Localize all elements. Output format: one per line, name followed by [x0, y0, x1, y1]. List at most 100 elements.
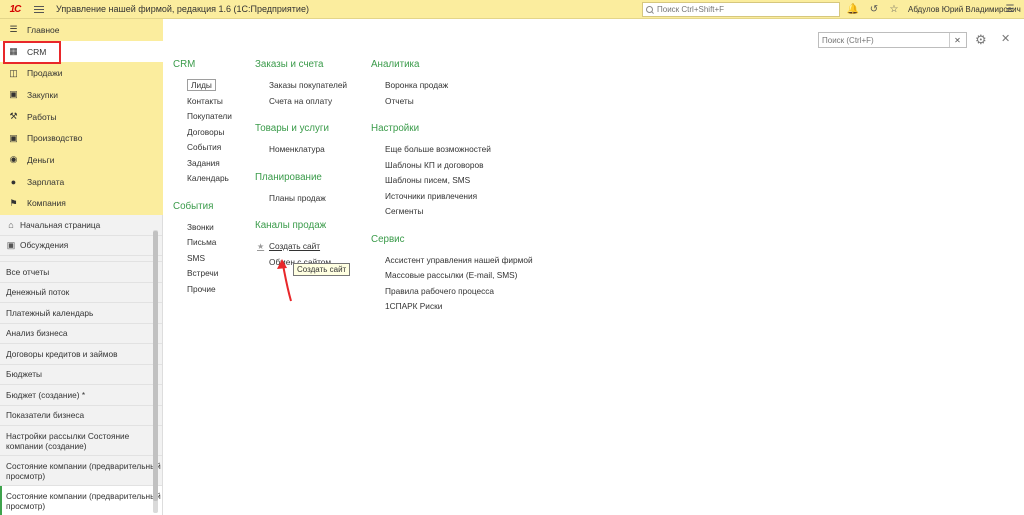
purchases-icon: ▣	[9, 89, 18, 100]
section-production[interactable]: ▣ Производство	[0, 127, 163, 149]
link-leads[interactable]: Лиды	[173, 78, 232, 94]
crm-highlight-frame	[3, 41, 61, 64]
section-label: Закупки	[27, 89, 58, 100]
nav-item[interactable]: Бюджеты	[0, 365, 162, 385]
money-icon: ◉	[9, 154, 18, 165]
link-nomenclature[interactable]: Номенклатура	[255, 142, 347, 158]
section-label: Работы	[27, 111, 57, 122]
title-bar: 1С Управление нашей фирмой, редакция 1.6…	[0, 0, 1024, 19]
section-purchases[interactable]: ▣ Закупки	[0, 84, 163, 106]
link-events[interactable]: События	[173, 140, 232, 156]
link-meetings[interactable]: Встречи	[173, 266, 232, 282]
link-spark-risks[interactable]: 1СПАРК Риски	[371, 299, 533, 315]
link-workflow-rules[interactable]: Правила рабочего процесса	[371, 284, 533, 300]
link-sms[interactable]: SMS	[173, 251, 232, 267]
link-sales-plans[interactable]: Планы продаж	[255, 191, 347, 207]
clear-icon[interactable]: ✕	[949, 33, 965, 47]
menu-icon: ☰	[9, 24, 18, 35]
chat-icon: ▣	[6, 239, 16, 250]
link-sources[interactable]: Источники привлечения	[371, 189, 533, 205]
tooltip: Создать сайт	[293, 263, 351, 276]
nav-item-current[interactable]: Состояние компании (предварительный прос…	[0, 486, 162, 515]
section-label: Продажи	[27, 68, 63, 79]
link-tasks[interactable]: Задания	[173, 156, 232, 172]
link-label: Лиды	[187, 79, 216, 91]
link-other[interactable]: Прочие	[173, 282, 232, 298]
main-content: ✕ ⚙ ✕ CRM Лиды Контакты Покупатели Догов…	[163, 19, 1024, 515]
app-logo: 1С	[9, 3, 22, 15]
gear-icon[interactable]: ⚙	[975, 32, 987, 48]
nav-item[interactable]: Договоры кредитов и займов	[0, 344, 162, 365]
group-title-settings: Настройки	[371, 123, 420, 134]
sections-panel: ☰ Главное ▦ CRM ◫ Продажи ▣ Закупки ⚒ Ра…	[0, 19, 163, 215]
link-calls[interactable]: Звонки	[173, 220, 232, 236]
scrollbar-thumb[interactable]	[153, 231, 158, 501]
star-icon[interactable]: ☆	[887, 2, 901, 17]
nav-item[interactable]: Показатели бизнеса	[0, 406, 162, 426]
link-more-features[interactable]: Еще больше возможностей	[371, 142, 533, 158]
nav-item[interactable]: Денежный поток	[0, 283, 162, 303]
sales-icon: ◫	[9, 67, 18, 78]
navigation-panel: ⌂ Начальная страница ▣ Обсуждения Все от…	[0, 215, 163, 515]
nav-home[interactable]: ⌂ Начальная страница	[0, 215, 162, 236]
global-search-input[interactable]	[657, 5, 837, 14]
global-search[interactable]	[642, 2, 840, 17]
section-label: Деньги	[27, 154, 55, 165]
nav-discussions[interactable]: ▣ Обсуждения	[0, 236, 162, 256]
section-label: Зарплата	[27, 176, 65, 187]
section-label: Компания	[27, 198, 66, 209]
close-icon[interactable]: ✕	[1001, 32, 1010, 45]
nav-item[interactable]: Настройки рассылки Состояние компании (с…	[0, 426, 162, 456]
link-calendar[interactable]: Календарь	[173, 171, 232, 187]
link-templates-kp[interactable]: Шаблоны КП и договоров	[371, 158, 533, 174]
link-letters[interactable]: Письма	[173, 235, 232, 251]
section-label: Производство	[27, 133, 83, 144]
group-title-orders: Заказы и счета	[255, 59, 324, 70]
group-title-goods: Товары и услуги	[255, 123, 329, 134]
column-analytics: Аналитика Воронка продаж Отчеты Настройк…	[371, 59, 533, 315]
works-icon: ⚒	[9, 111, 18, 122]
bell-icon[interactable]: 🔔	[846, 2, 860, 17]
main-menu-icon[interactable]	[30, 0, 48, 19]
section-main[interactable]: ☰ Главное	[0, 19, 163, 41]
section-sales[interactable]: ◫ Продажи	[0, 62, 163, 84]
link-contacts[interactable]: Контакты	[173, 94, 232, 110]
link-customer-orders[interactable]: Заказы покупателей	[255, 78, 347, 94]
nav-label: Начальная страница	[20, 219, 101, 230]
link-mass-mailing[interactable]: Массовые рассылки (E-mail, SMS)	[371, 268, 533, 284]
link-reports[interactable]: Отчеты	[371, 94, 533, 110]
home-icon: ⌂	[8, 219, 14, 230]
link-customers[interactable]: Покупатели	[173, 109, 232, 125]
history-icon[interactable]: ↺	[867, 2, 881, 17]
section-money[interactable]: ◉ Деньги	[0, 149, 163, 171]
nav-item[interactable]: Платежный календарь	[0, 303, 162, 324]
nav-item[interactable]: Все отчеты	[0, 262, 162, 283]
group-title-crm: CRM	[173, 59, 196, 70]
section-salary[interactable]: ● Зарплата	[0, 171, 163, 193]
column-crm: CRM Лиды Контакты Покупатели Договоры Со…	[173, 59, 232, 297]
nav-item[interactable]: Бюджет (создание) *	[0, 385, 162, 406]
search-icon	[645, 5, 655, 15]
form-search[interactable]: ✕	[818, 32, 967, 48]
menu-icon[interactable]: ☰	[1003, 2, 1017, 17]
factory-icon: ▣	[9, 132, 18, 143]
salary-icon: ●	[10, 176, 17, 187]
flag-icon: ⚑	[9, 197, 18, 208]
section-company[interactable]: ⚑ Компания	[0, 193, 163, 215]
group-title-service: Сервис	[371, 233, 405, 245]
link-contracts[interactable]: Договоры	[173, 125, 232, 141]
section-works[interactable]: ⚒ Работы	[0, 106, 163, 128]
group-title-events: События	[173, 200, 214, 212]
nav-label: Обсуждения	[20, 240, 69, 251]
group-title-planning: Планирование	[255, 171, 322, 183]
link-sales-funnel[interactable]: Воронка продаж	[371, 78, 533, 94]
link-invoices[interactable]: Счета на оплату	[255, 94, 347, 110]
section-label: Главное	[27, 24, 60, 35]
group-title-channels: Каналы продаж	[255, 220, 327, 231]
nav-item[interactable]: Состояние компании (предварительный прос…	[0, 456, 162, 486]
link-assistant[interactable]: Ассистент управления нашей фирмой	[371, 253, 533, 269]
form-search-input[interactable]	[819, 35, 949, 45]
nav-item[interactable]: Анализ бизнеса	[0, 324, 162, 344]
link-segments[interactable]: Сегменты	[371, 204, 533, 220]
link-templates-letters[interactable]: Шаблоны писем, SMS	[371, 173, 533, 189]
